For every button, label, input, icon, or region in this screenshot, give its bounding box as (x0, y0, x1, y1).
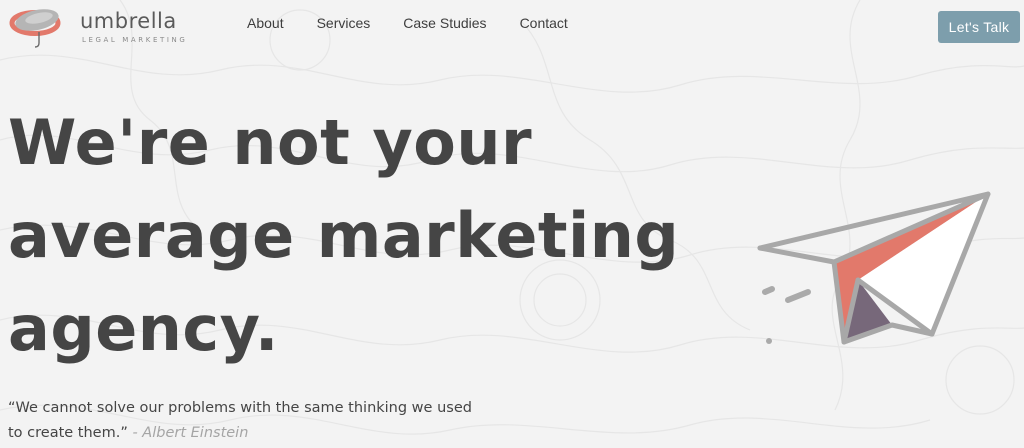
brand-name: umbrella (80, 9, 177, 33)
hero-title-line: average marketing (8, 199, 680, 272)
brand-tagline: LEGAL MARKETING (82, 36, 188, 44)
umbrella-logo-icon (9, 9, 61, 48)
nav-item-case-studies[interactable]: Case Studies (403, 14, 486, 32)
quote-author: - Albert Einstein (132, 425, 249, 441)
hero-title-line: We're not your (8, 106, 533, 179)
main-nav: About Services Case Studies Contact (247, 14, 568, 32)
nav-item-services[interactable]: Services (317, 14, 371, 32)
lets-talk-button[interactable]: Let's Talk (938, 11, 1020, 43)
hero-quote: “We cannot solve our problems with the s… (8, 396, 488, 446)
nav-item-about[interactable]: About (247, 14, 284, 32)
hero-title-line: agency. (8, 292, 279, 365)
paper-plane-icon (757, 191, 991, 345)
hero-title: We're not your average marketing agency. (8, 96, 708, 375)
logo-link[interactable]: umbrella LEGAL MARKETING (6, 6, 186, 50)
nav-item-contact[interactable]: Contact (520, 14, 568, 32)
